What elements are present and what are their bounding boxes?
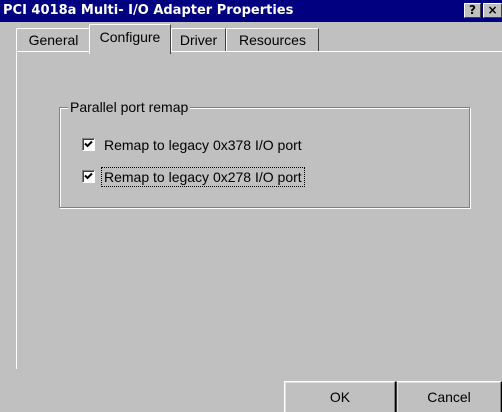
help-button[interactable]: ? — [464, 3, 481, 18]
tab-general[interactable]: General — [16, 28, 90, 52]
cancel-button[interactable]: Cancel — [396, 381, 502, 412]
tab-resources[interactable]: Resources — [226, 28, 319, 52]
check-icon — [84, 172, 93, 180]
remap-0x378-checkbox[interactable] — [82, 138, 95, 151]
title-bar[interactable]: PCI 4018a Multi- I/O Adapter Properties … — [0, 0, 502, 22]
tab-driver[interactable]: Driver — [171, 28, 226, 52]
group-label: Parallel port remap — [68, 98, 191, 116]
tab-configure[interactable]: Configure — [89, 24, 171, 54]
ok-button-label: OK — [329, 389, 351, 405]
remap-0x278-checkbox[interactable] — [82, 170, 95, 183]
tab-label: Resources — [239, 32, 306, 48]
tab-label: Driver — [179, 32, 218, 48]
close-icon: × — [487, 3, 498, 17]
ok-button[interactable]: OK — [284, 381, 396, 412]
remap-0x378-label[interactable]: Remap to legacy 0x378 I/O port — [104, 136, 302, 154]
cancel-button-label: Cancel — [427, 389, 471, 405]
help-icon: ? — [469, 3, 476, 17]
parallel-port-remap-group — [59, 107, 470, 208]
check-icon — [84, 140, 93, 148]
tab-label: General — [28, 32, 79, 48]
remap-0x278-label[interactable]: Remap to legacy 0x278 I/O port — [101, 167, 305, 187]
close-button[interactable]: × — [483, 3, 502, 18]
tab-label: Configure — [99, 29, 161, 45]
window-title: PCI 4018a Multi- I/O Adapter Properties — [3, 3, 294, 18]
